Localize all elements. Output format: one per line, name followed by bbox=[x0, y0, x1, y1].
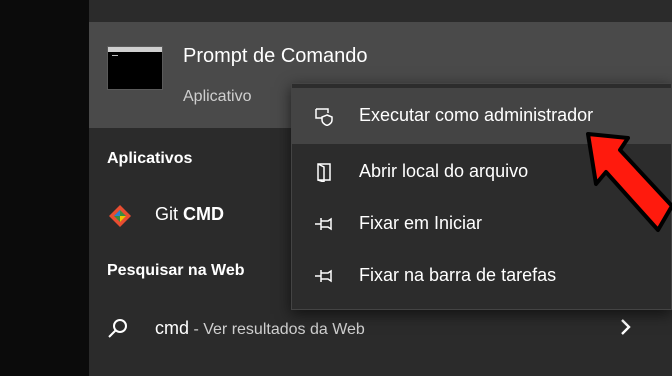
web-search-result[interactable]: cmd - Ver resultados da Web bbox=[155, 318, 365, 339]
chevron-right-icon[interactable] bbox=[617, 316, 635, 338]
menu-item-label: Abrir local do arquivo bbox=[359, 161, 529, 181]
best-match-subtitle: Aplicativo bbox=[183, 88, 252, 105]
menu-item-pin-taskbar[interactable]: Fixar na barra de tarefas bbox=[292, 248, 671, 304]
menu-item-label: Fixar em Iniciar bbox=[359, 213, 483, 233]
menu-item-label: Fixar na barra de tarefas bbox=[359, 265, 557, 285]
menu-item-label: Executar como administrador bbox=[359, 105, 594, 125]
web-query-text: cmd bbox=[155, 318, 190, 338]
git-prefix: Git bbox=[155, 204, 184, 224]
git-bold: CMD bbox=[183, 204, 225, 224]
web-suffix-text: - Ver resultados da Web bbox=[189, 321, 365, 338]
git-icon bbox=[109, 205, 131, 227]
command-prompt-icon bbox=[107, 46, 163, 90]
search-icon bbox=[108, 319, 127, 338]
red-arrow-annotation bbox=[586, 132, 672, 232]
best-match-title: Prompt de Comando bbox=[183, 45, 368, 67]
web-section-heading: Pesquisar na Web bbox=[107, 262, 245, 279]
app-item-git-cmd[interactable]: Git CMD bbox=[155, 204, 224, 225]
run-as-admin-icon bbox=[315, 108, 333, 126]
open-file-location-icon bbox=[317, 163, 331, 182]
pin-taskbar-icon bbox=[315, 269, 332, 283]
pin-icon bbox=[315, 217, 332, 231]
apps-section-heading: Aplicativos bbox=[107, 150, 193, 167]
